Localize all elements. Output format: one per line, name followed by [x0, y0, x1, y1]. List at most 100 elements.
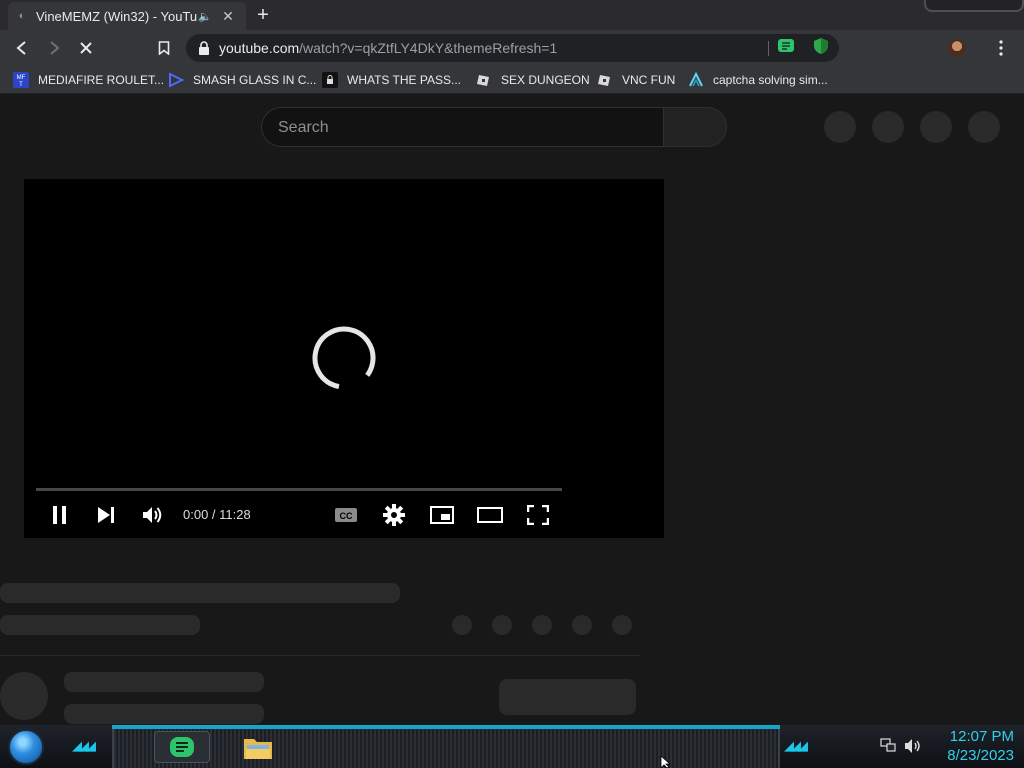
clock-date[interactable]: 8/23/2023 [930, 747, 1014, 764]
smash-icon [168, 72, 184, 88]
speaker-icon[interactable]: 🔈 [198, 10, 212, 23]
bookmark-label: SMASH GLASS IN C... [193, 73, 317, 87]
omnibox-separator [768, 41, 769, 56]
search-input[interactable] [278, 118, 648, 138]
progress-bar[interactable] [36, 488, 562, 491]
skip-next-icon [98, 507, 114, 523]
video-player[interactable]: 0:00 / 11:28 CC [24, 179, 664, 538]
tab-favicon-icon: ◐ [18, 10, 26, 22]
channel-name-skeleton [64, 672, 264, 692]
bookmark-label: WHATS THE PASS... [347, 73, 462, 87]
action-skeleton [612, 615, 632, 635]
bookmark-item[interactable]: captcha solving sim... [688, 71, 828, 89]
closed-captions-icon: CC [335, 508, 357, 522]
stop-loading-button[interactable] [75, 37, 97, 59]
header-icon-placeholder[interactable] [968, 111, 1000, 143]
title-skeleton [0, 583, 400, 603]
window-frame-decoration [924, 0, 1024, 12]
captcha-icon [688, 72, 704, 88]
loading-spinner-icon [312, 326, 376, 390]
profile-avatar[interactable] [948, 39, 966, 57]
channel-subs-skeleton [64, 704, 264, 724]
next-button[interactable] [88, 501, 124, 529]
roblox-icon [597, 72, 613, 88]
pause-icon [53, 506, 66, 524]
subtitle-skeleton [0, 615, 200, 635]
subtitles-button[interactable]: CC [328, 501, 364, 529]
new-tab-button[interactable]: + [252, 4, 274, 26]
search-button[interactable] [663, 107, 727, 147]
bookmark-item[interactable]: MF T MEDIAFIRE ROULET... [13, 71, 164, 89]
clock-time[interactable]: 12:07 PM [930, 728, 1014, 745]
forward-button[interactable] [43, 37, 65, 59]
bookmark-item[interactable]: VNC FUN [597, 71, 675, 89]
browser-toolbar: youtube.com/watch?v=qkZtfLY4DkY&themeRef… [0, 30, 1024, 66]
action-skeleton [572, 615, 592, 635]
taskbar: ◢◢◢ ◢◢◢ [0, 725, 1024, 768]
bookmark-label: MEDIAFIRE ROULET... [38, 73, 165, 87]
time-display: 0:00 / 11:28 [183, 507, 251, 522]
volume-button[interactable] [135, 501, 171, 529]
bookmark-label: VNC FUN [622, 73, 676, 87]
bookmark-button[interactable] [153, 37, 175, 59]
bookmark-item[interactable]: SMASH GLASS IN C... [168, 71, 316, 89]
back-arrow-icon [16, 41, 26, 55]
chevron-decoration-icon: ◢◢◢ [784, 738, 808, 753]
back-button[interactable] [11, 37, 33, 59]
theater-icon [477, 507, 503, 523]
chevron-decoration-icon: ◢◢◢ [72, 738, 96, 753]
channel-avatar-skeleton [0, 672, 48, 720]
network-icon[interactable] [880, 738, 896, 752]
url-text[interactable]: youtube.com/watch?v=qkZtfLY4DkY&themeRef… [219, 40, 557, 56]
action-skeleton [452, 615, 472, 635]
address-bar[interactable]: youtube.com/watch?v=qkZtfLY4DkY&themeRef… [186, 34, 839, 62]
taskbar-app-chat[interactable] [154, 731, 210, 763]
header-icon-placeholder[interactable] [824, 111, 856, 143]
extension-chat-icon[interactable] [777, 38, 795, 54]
action-skeleton [492, 615, 512, 635]
miniplayer-button[interactable] [424, 501, 460, 529]
tab-title: VineMEMZ (Win32) - YouTube [36, 8, 198, 24]
roblox-icon [476, 72, 492, 88]
bookmark-item[interactable]: WHATS THE PASS... [322, 71, 461, 89]
chat-app-icon [170, 737, 194, 757]
svg-text:MF: MF [17, 75, 26, 81]
search-box[interactable] [261, 107, 664, 147]
subscribe-button-skeleton [499, 679, 636, 715]
mediafire-icon: MF T [13, 72, 29, 88]
fullscreen-icon [527, 505, 549, 525]
folder-icon [244, 739, 272, 759]
pause-button[interactable] [42, 501, 78, 529]
miniplayer-icon [430, 506, 454, 524]
mouse-cursor-icon [660, 756, 672, 768]
url-path: /watch?v=qkZtfLY4DkY&themeRefresh=1 [299, 40, 558, 56]
fullscreen-button[interactable] [520, 501, 556, 529]
bookmark-icon [158, 41, 170, 55]
menu-icon[interactable] [990, 38, 1012, 58]
header-icon-placeholder[interactable] [872, 111, 904, 143]
start-button[interactable] [8, 729, 44, 765]
lock-box-icon [322, 72, 338, 88]
taskbar-center-panel [112, 729, 780, 768]
tab-strip: ◐ VineMEMZ (Win32) - YouTube 🔈 ✕ + [0, 0, 1024, 30]
browser-tab[interactable]: ◐ VineMEMZ (Win32) - YouTube 🔈 ✕ [8, 2, 246, 30]
shield-icon[interactable] [813, 37, 829, 55]
svg-text:T: T [19, 82, 23, 88]
forward-arrow-icon [50, 41, 60, 55]
close-icon [80, 42, 92, 54]
bookmark-label: captcha solving sim... [713, 73, 828, 87]
action-skeleton [532, 615, 552, 635]
volume-icon [143, 507, 162, 523]
svg-text:CC: CC [340, 511, 353, 521]
gear-icon [383, 504, 405, 526]
theater-mode-button[interactable] [472, 501, 508, 529]
settings-button[interactable] [376, 501, 412, 529]
volume-tray-icon[interactable] [904, 738, 922, 754]
url-host: youtube.com [219, 40, 300, 56]
close-icon[interactable]: ✕ [218, 8, 238, 25]
header-icon-placeholder[interactable] [920, 111, 952, 143]
youtube-page: 0:00 / 11:28 CC [0, 95, 1024, 725]
bookmark-item[interactable]: SEX DUNGEON [476, 71, 590, 89]
lock-icon[interactable] [196, 40, 212, 56]
taskbar-app-explorer[interactable] [240, 731, 276, 763]
